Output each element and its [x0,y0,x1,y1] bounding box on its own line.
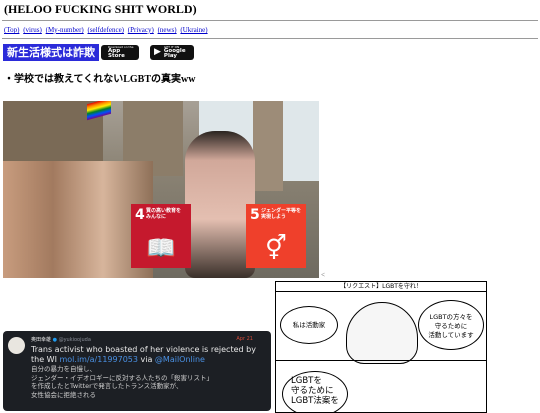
manga-comic: 【リクエスト】LGBTを守れ！ 私は活動家 LGBTの方々を 守るために 活動し… [275,281,487,413]
app-store-button[interactable]: Download on the App Store [101,45,139,60]
tweet-link[interactable]: mol.im/a/11997053 [59,355,137,364]
tweet-text: Trans activist who boasted of her violen… [31,345,256,364]
embedded-tweet[interactable]: 奥田幸雄 ● @yukioojuda Apr 21 Trans activist… [3,331,271,411]
sdg-goal-5-tile: 5 ジェンダー平等を 実現しよう ⚥ [246,204,306,268]
nav-bar: (Top) (virus) (My-number) (selfdefence) … [4,26,210,34]
comic-title: 【リクエスト】LGBTを守れ！ [276,282,486,292]
tweet-mention[interactable]: @MailOnline [155,355,205,364]
nav-link-virus[interactable]: (virus) [23,26,42,34]
google-play-button[interactable]: ▶ GET IT ON Google Play [150,45,194,60]
speech-bubble: LGBTの方々を 守るために 活動しています [418,300,484,350]
divider [2,38,538,39]
tweet-translation: 自分の暴力を自慢し、 ジェンダー・イデオロギーに反対する人たちの「殺害リスト」 … [31,365,213,399]
comic-character [346,302,418,364]
promo-banner[interactable]: 新生活様式は詐欺 [3,44,99,61]
nav-link-privacy[interactable]: (Privacy) [128,26,154,34]
nav-link-my-number[interactable]: (My-number) [46,26,84,34]
divider [2,20,538,21]
nav-link-news[interactable]: (news) [158,26,177,34]
book-icon: 📖 [146,234,176,262]
article-heading: ・学校では教えてくれないLGBTの真実ww [4,74,196,85]
speech-bubble: LGBTを 守るために LGBT法案を [282,371,348,412]
speech-bubble: 私は活動家 [280,306,338,344]
carousel-prev[interactable]: < [321,271,325,279]
avatar [8,337,25,354]
verified-icon: ● [52,337,57,343]
sdg-goal-4-tile: 4 質の高い教育を みんなに 📖 [131,204,191,268]
article-photo: 4 質の高い教育を みんなに 📖 5 ジェンダー平等を 実現しよう ⚥ [3,101,319,278]
nav-link-top[interactable]: (Top) [4,26,19,34]
play-icon: ▶ [154,47,161,57]
tweet-handle[interactable]: @yukioojuda [59,337,91,343]
nav-link-ukraine[interactable]: (Ukraine) [180,26,207,34]
tweet-author: 奥田幸雄 [31,337,52,343]
gender-icon: ⚥ [265,234,287,262]
site-title: (HELOO FUCKING SHIT WORLD) [4,2,197,16]
tweet-date[interactable]: Apr 21 [236,336,253,342]
nav-link-selfdefence[interactable]: (selfdefence) [87,26,124,34]
